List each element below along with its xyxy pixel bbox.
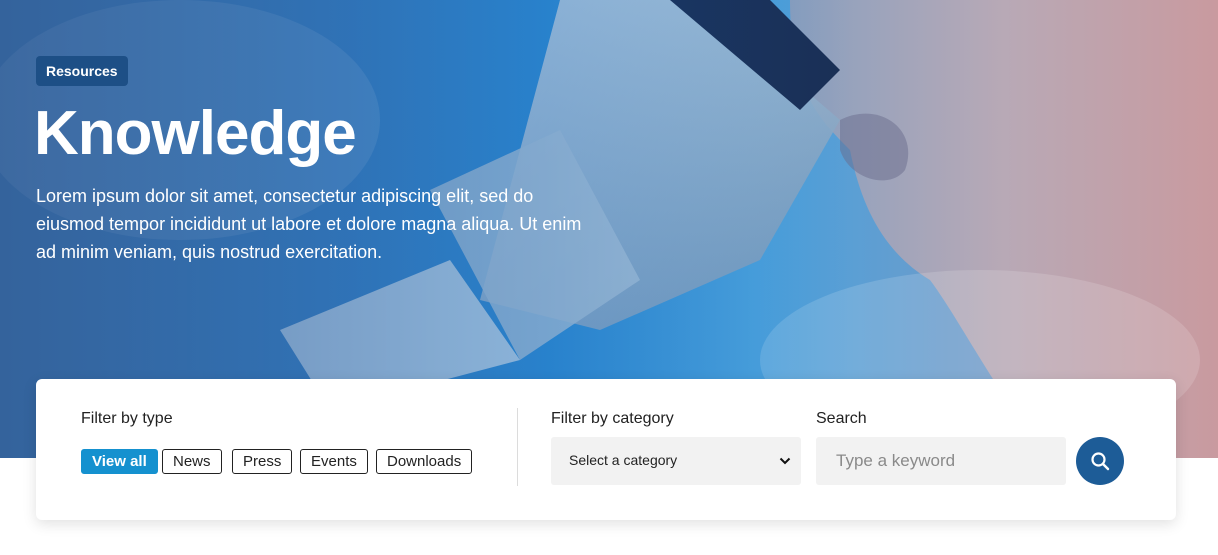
search-input[interactable] [816,437,1066,485]
resources-badge[interactable]: Resources [36,56,128,86]
page-title: Knowledge [34,99,357,168]
type-press-button[interactable]: Press [232,449,293,474]
search-label: Search [816,410,867,427]
category-select-value: Select a category [569,452,678,468]
search-button[interactable] [1076,437,1124,485]
type-events-button[interactable]: Events [300,449,368,474]
type-news-button[interactable]: News [162,449,222,474]
hero-description: Lorem ipsum dolor sit amet, consectetur … [36,186,582,262]
category-select[interactable]: Select a category [551,437,801,485]
filter-category-label: Filter by category [551,410,674,427]
type-view-all-button[interactable]: View all [81,449,158,474]
filter-divider [517,408,518,486]
chevron-down-icon [779,457,791,465]
search-icon [1091,452,1110,471]
filter-panel: Filter by type View all News Press Event… [36,379,1176,520]
filter-type-label: Filter by type [81,410,173,427]
type-downloads-button[interactable]: Downloads [376,449,473,474]
